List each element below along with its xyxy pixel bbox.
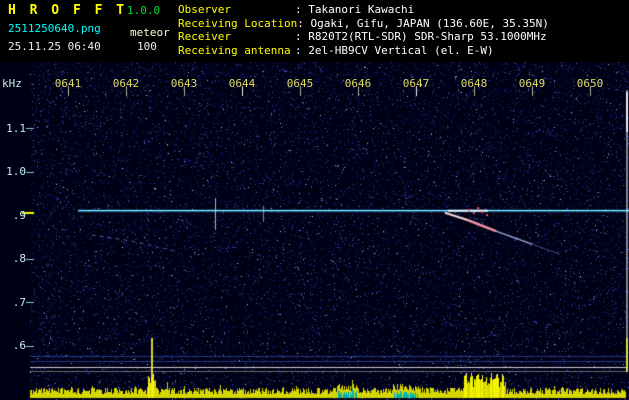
station-row-observer: Observer : Takanori Kawachi: [178, 3, 549, 17]
station-label: Receiving Location: [178, 16, 298, 30]
time-label-0642: 0642: [112, 77, 140, 90]
freq-label-0-6: .6: [12, 339, 26, 352]
time-label-0647: 0647: [402, 77, 430, 90]
station-value: : Takanori Kawachi: [295, 3, 415, 16]
time-label-0645: 0645: [286, 77, 314, 90]
station-label: Receiving antenna: [178, 43, 291, 57]
time-label-0643: 0643: [170, 77, 198, 90]
time-label-0650: 0650: [576, 77, 604, 90]
station-value: : Ogaki, Gifu, JAPAN (136.60E, 35.35N): [297, 16, 549, 30]
level-value: 100: [137, 40, 157, 53]
time-label-0641: 0641: [54, 77, 82, 90]
station-label: Observer: [178, 3, 231, 16]
output-filename: 2511250640.png: [8, 22, 101, 35]
freq-axis-unit: kHz: [2, 77, 22, 90]
app-title: H R O F F T: [8, 3, 128, 18]
mode-label: meteor: [130, 26, 170, 39]
freq-label-0-9: .9: [12, 209, 26, 222]
freq-label-0-8: .8: [12, 252, 26, 265]
station-label: Receiver: [178, 30, 231, 43]
time-label-0649: 0649: [518, 77, 546, 90]
time-label-0648: 0648: [460, 77, 488, 90]
station-row-antenna: Receiving antenna : 2el-HB9CV Vertical (…: [178, 44, 549, 58]
app-version: 1.0.0: [127, 4, 161, 17]
station-value: : R820T2(RTL-SDR) SDR-Sharp 53.1000MHz: [295, 30, 547, 43]
spectrogram-canvas: [0, 62, 629, 400]
station-row-location: Receiving Location : Ogaki, Gifu, JAPAN …: [178, 17, 549, 31]
freq-label-1-0: 1.0: [6, 165, 26, 178]
station-value: : 2el-HB9CV Vertical (el. E-W): [295, 43, 494, 57]
freq-label-0-7: .7: [12, 296, 26, 309]
time-label-0644: 0644: [228, 77, 256, 90]
datetime-label: 25.11.25 06:40: [8, 40, 101, 53]
freq-label-1-1: 1.1: [6, 122, 26, 135]
station-info: Observer : Takanori Kawachi Receiving Lo…: [178, 3, 549, 57]
hrofft-window: H R O F F T 1.0.0 2511250640.png meteor …: [0, 0, 629, 400]
time-label-0646: 0646: [344, 77, 372, 90]
station-row-receiver: Receiver : R820T2(RTL-SDR) SDR-Sharp 53.…: [178, 30, 549, 44]
